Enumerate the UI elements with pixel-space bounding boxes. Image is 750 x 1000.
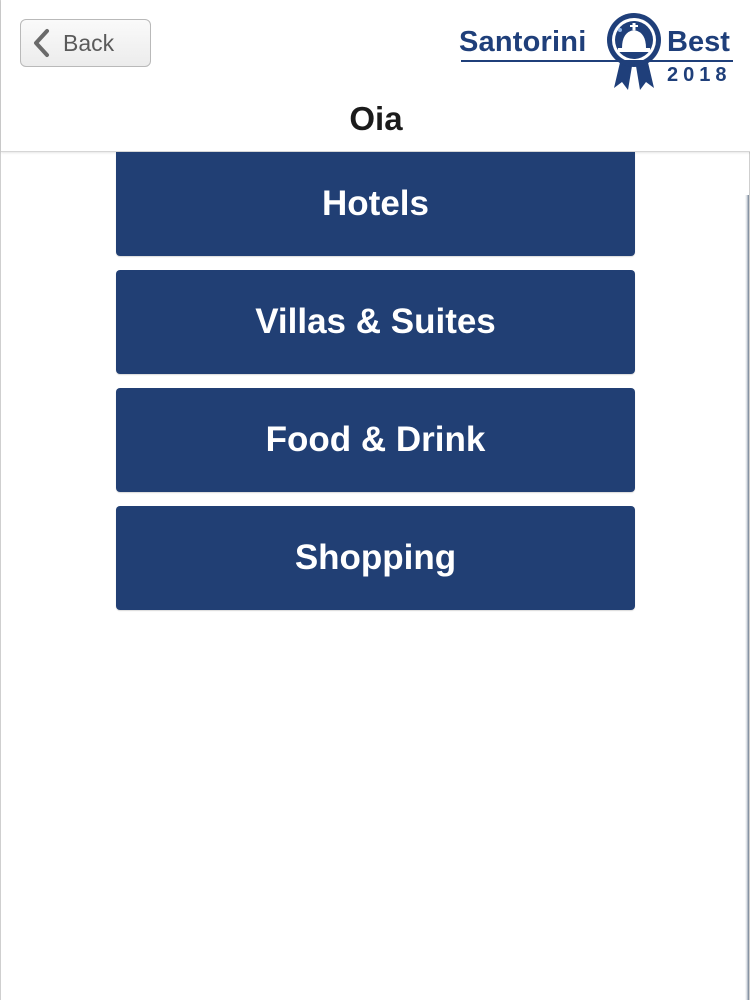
logo-word-santorini: Santorini (459, 26, 587, 58)
scroll-edge-shadow (745, 195, 749, 1000)
award-ribbon-icon (607, 13, 661, 90)
logo-underline (461, 60, 733, 62)
food-drink-button[interactable]: Food & Drink (116, 388, 635, 492)
page-title: Oia (349, 100, 403, 137)
hotels-button[interactable]: Hotels (116, 152, 635, 256)
shopping-button[interactable]: Shopping (116, 506, 635, 610)
category-menu: Hotels Villas & Suites Food & Drink Shop… (116, 152, 635, 624)
santorini-best-logo: Santorini Best 2018 (459, 10, 739, 95)
logo-year: 2018 (667, 64, 732, 86)
logo-word-best: Best (667, 26, 730, 58)
chevron-left-icon (34, 29, 49, 57)
villas-suites-button[interactable]: Villas & Suites (116, 270, 635, 374)
header-bar: Back Santorini Best 2018 Oia (1, 0, 750, 152)
back-button-label: Back (63, 29, 115, 56)
back-button[interactable]: Back (20, 19, 151, 67)
app-screen: Back Santorini Best 2018 Oia Hotels Vill… (0, 0, 750, 1000)
